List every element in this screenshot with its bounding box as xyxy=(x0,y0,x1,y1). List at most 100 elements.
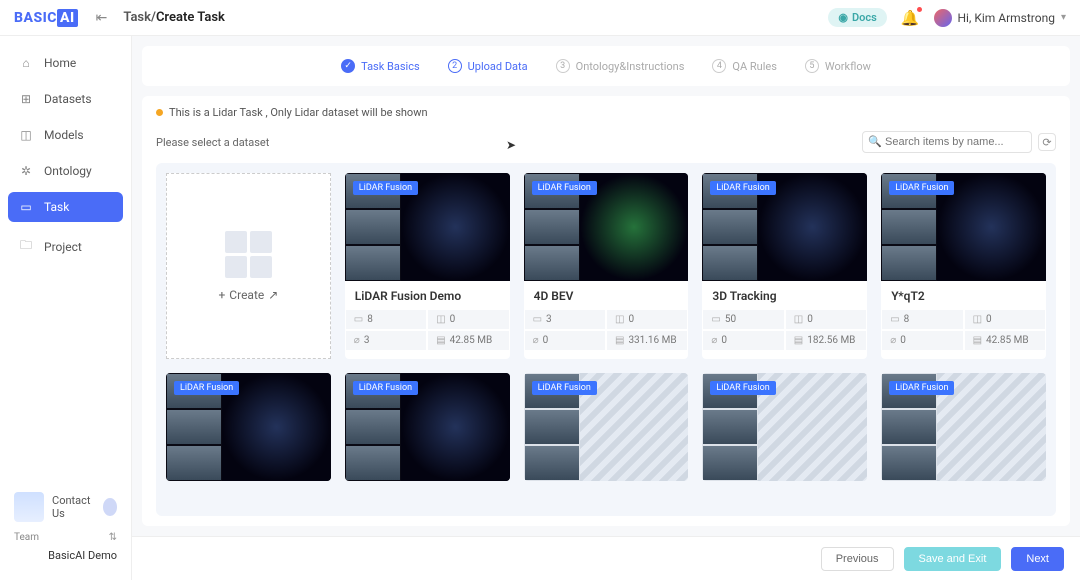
save-exit-button[interactable]: Save and Exit xyxy=(904,547,1002,571)
external-icon: ↗ xyxy=(268,288,278,302)
avatar xyxy=(934,9,952,27)
dataset-thumbnail: LiDAR Fusion xyxy=(166,373,331,481)
dataset-card[interactable]: LiDAR Fusion xyxy=(166,373,331,481)
dataset-tag: LiDAR Fusion xyxy=(889,181,954,195)
breadcrumb-root[interactable]: Task xyxy=(123,10,151,25)
chevron-down-icon: ▾ xyxy=(1061,12,1066,23)
dataset-tag: LiDAR Fusion xyxy=(889,381,954,395)
size-icon: ▤ xyxy=(794,335,803,346)
team-selector[interactable]: Team⇅ xyxy=(8,528,123,547)
frames-icon: ▭ xyxy=(354,314,363,325)
size-icon: ▤ xyxy=(615,335,624,346)
annotations-icon: ◫ xyxy=(615,314,624,325)
stat-value: 0 xyxy=(721,335,727,346)
dataset-thumbnail: LiDAR Fusion xyxy=(702,373,867,481)
create-dataset-card[interactable]: +Create↗ xyxy=(166,173,331,359)
step-number: 2 xyxy=(448,59,462,73)
step-label: Task Basics xyxy=(361,60,420,73)
stat-value: 8 xyxy=(367,314,373,325)
sidebar-item-project[interactable]: 🗀Project xyxy=(8,228,123,265)
frames-icon: ▭ xyxy=(533,314,542,325)
search-icon: 🔍 xyxy=(868,135,882,148)
search-input[interactable] xyxy=(862,131,1032,153)
dataset-thumbnail: LiDAR Fusion xyxy=(702,173,867,281)
dataset-thumbnail: LiDAR Fusion xyxy=(524,173,689,281)
link-icon: ⌀ xyxy=(533,335,539,346)
notifications-icon[interactable]: 🔔 xyxy=(901,9,920,27)
step-upload-data[interactable]: 2 Upload Data xyxy=(438,55,538,77)
sidebar-item-models[interactable]: ◫Models xyxy=(8,120,123,150)
step-label: Workflow xyxy=(825,60,871,73)
stat-value: 182.56 MB xyxy=(807,335,855,346)
step-workflow[interactable]: 5Workflow xyxy=(795,55,881,77)
step-number: 3 xyxy=(556,59,570,73)
stat-value: 42.85 MB xyxy=(450,335,493,346)
notice: This is a Lidar Task , Only Lidar datase… xyxy=(156,106,1056,119)
dataset-card[interactable]: LiDAR Fusion xyxy=(881,373,1046,481)
dataset-card[interactable]: LiDAR Fusion xyxy=(702,373,867,481)
sidebar-item-label: Task xyxy=(44,200,69,214)
stepper: ✓Task Basics 2 Upload Data 3 Ontology&Instru… xyxy=(142,46,1070,86)
sidebar-item-label: Home xyxy=(44,56,76,70)
stat-value: 0 xyxy=(986,314,992,325)
step-task-basics[interactable]: ✓Task Basics xyxy=(331,55,430,77)
dataset-card[interactable]: LiDAR Fusion Y*qT2 ▭8 ◫0 ⌀0 ▤42.85 MB xyxy=(881,173,1046,359)
ontology-icon: ✲ xyxy=(18,164,34,178)
stat-value: 331.16 MB xyxy=(628,335,676,346)
user-menu[interactable]: Hi, Kim Armstrong ▾ xyxy=(934,9,1067,27)
sidebar-item-task[interactable]: ▭Task xyxy=(8,192,123,222)
sidebar-item-label: Project xyxy=(44,240,82,254)
dataset-card[interactable]: LiDAR Fusion LiDAR Fusion Demo ▭8 ◫0 ⌀3 … xyxy=(345,173,510,359)
dataset-title: LiDAR Fusion Demo xyxy=(345,281,510,309)
size-icon: ▤ xyxy=(436,335,445,346)
dataset-tag: LiDAR Fusion xyxy=(353,181,418,195)
warning-dot-icon xyxy=(156,109,163,116)
step-qa-rules[interactable]: 4 QA Rules xyxy=(702,55,787,77)
sidebar-item-datasets[interactable]: ⊞Datasets xyxy=(8,84,123,114)
previous-button[interactable]: Previous xyxy=(821,547,894,571)
dataset-title: 4D BEV xyxy=(524,281,689,309)
step-ontology-instructions[interactable]: 3 Ontology&Instructions xyxy=(546,55,695,77)
dataset-card[interactable]: LiDAR Fusion xyxy=(524,373,689,481)
plus-icon: + xyxy=(218,288,225,302)
step-number: 4 xyxy=(712,59,726,73)
sidebar-collapse-icon[interactable]: ⇤ xyxy=(96,10,108,26)
docs-button[interactable]: ◉ Docs xyxy=(828,8,886,27)
dataset-title: 3D Tracking xyxy=(702,281,867,309)
refresh-button[interactable]: ⟳ xyxy=(1038,133,1056,151)
dataset-tag: LiDAR Fusion xyxy=(174,381,239,395)
stat-value: 8 xyxy=(904,314,910,325)
breadcrumb-current: Create Task xyxy=(156,10,225,25)
frames-icon: ▭ xyxy=(890,314,899,325)
annotations-icon: ◫ xyxy=(794,314,803,325)
dataset-card[interactable]: LiDAR Fusion 4D BEV ▭3 ◫0 ⌀0 ▤331.16 MB xyxy=(524,173,689,359)
annotations-icon: ◫ xyxy=(973,314,982,325)
sidebar-item-home[interactable]: ⌂Home xyxy=(8,48,123,78)
frames-icon: ▭ xyxy=(711,314,720,325)
dataset-tag: LiDAR Fusion xyxy=(353,381,418,395)
sidebar-item-ontology[interactable]: ✲ Ontology xyxy=(8,156,123,186)
dataset-thumbnail: LiDAR Fusion xyxy=(881,373,1046,481)
stat-value: 3 xyxy=(546,314,552,325)
step-label: Upload Data xyxy=(468,60,528,73)
stat-value: 3 xyxy=(364,335,370,346)
sidebar-item-label: Ontology xyxy=(44,164,92,178)
dataset-thumbnail: LiDAR Fusion xyxy=(881,173,1046,281)
select-prompt: Please select a dataset xyxy=(156,136,269,149)
contact-illustration xyxy=(14,492,44,522)
annotations-icon: ◫ xyxy=(436,314,445,325)
step-label: Ontology&Instructions xyxy=(576,60,685,73)
contact-us[interactable]: Contact Us xyxy=(8,486,123,528)
next-button[interactable]: Next xyxy=(1011,547,1064,571)
link-icon: ⌀ xyxy=(711,335,717,346)
dataset-tag: LiDAR Fusion xyxy=(710,381,775,395)
datasets-icon: ⊞ xyxy=(18,92,34,106)
dataset-card[interactable]: LiDAR Fusion xyxy=(345,373,510,481)
link-icon: ⌀ xyxy=(354,335,360,346)
sidebar-item-label: Models xyxy=(44,128,84,142)
logo[interactable]: BASICAI xyxy=(14,10,78,26)
step-label: QA Rules xyxy=(732,60,777,73)
chat-icon[interactable] xyxy=(103,498,117,516)
dataset-card[interactable]: LiDAR Fusion 3D Tracking ▭50 ◫0 ⌀0 ▤182.… xyxy=(702,173,867,359)
stat-value: 42.85 MB xyxy=(986,335,1029,346)
